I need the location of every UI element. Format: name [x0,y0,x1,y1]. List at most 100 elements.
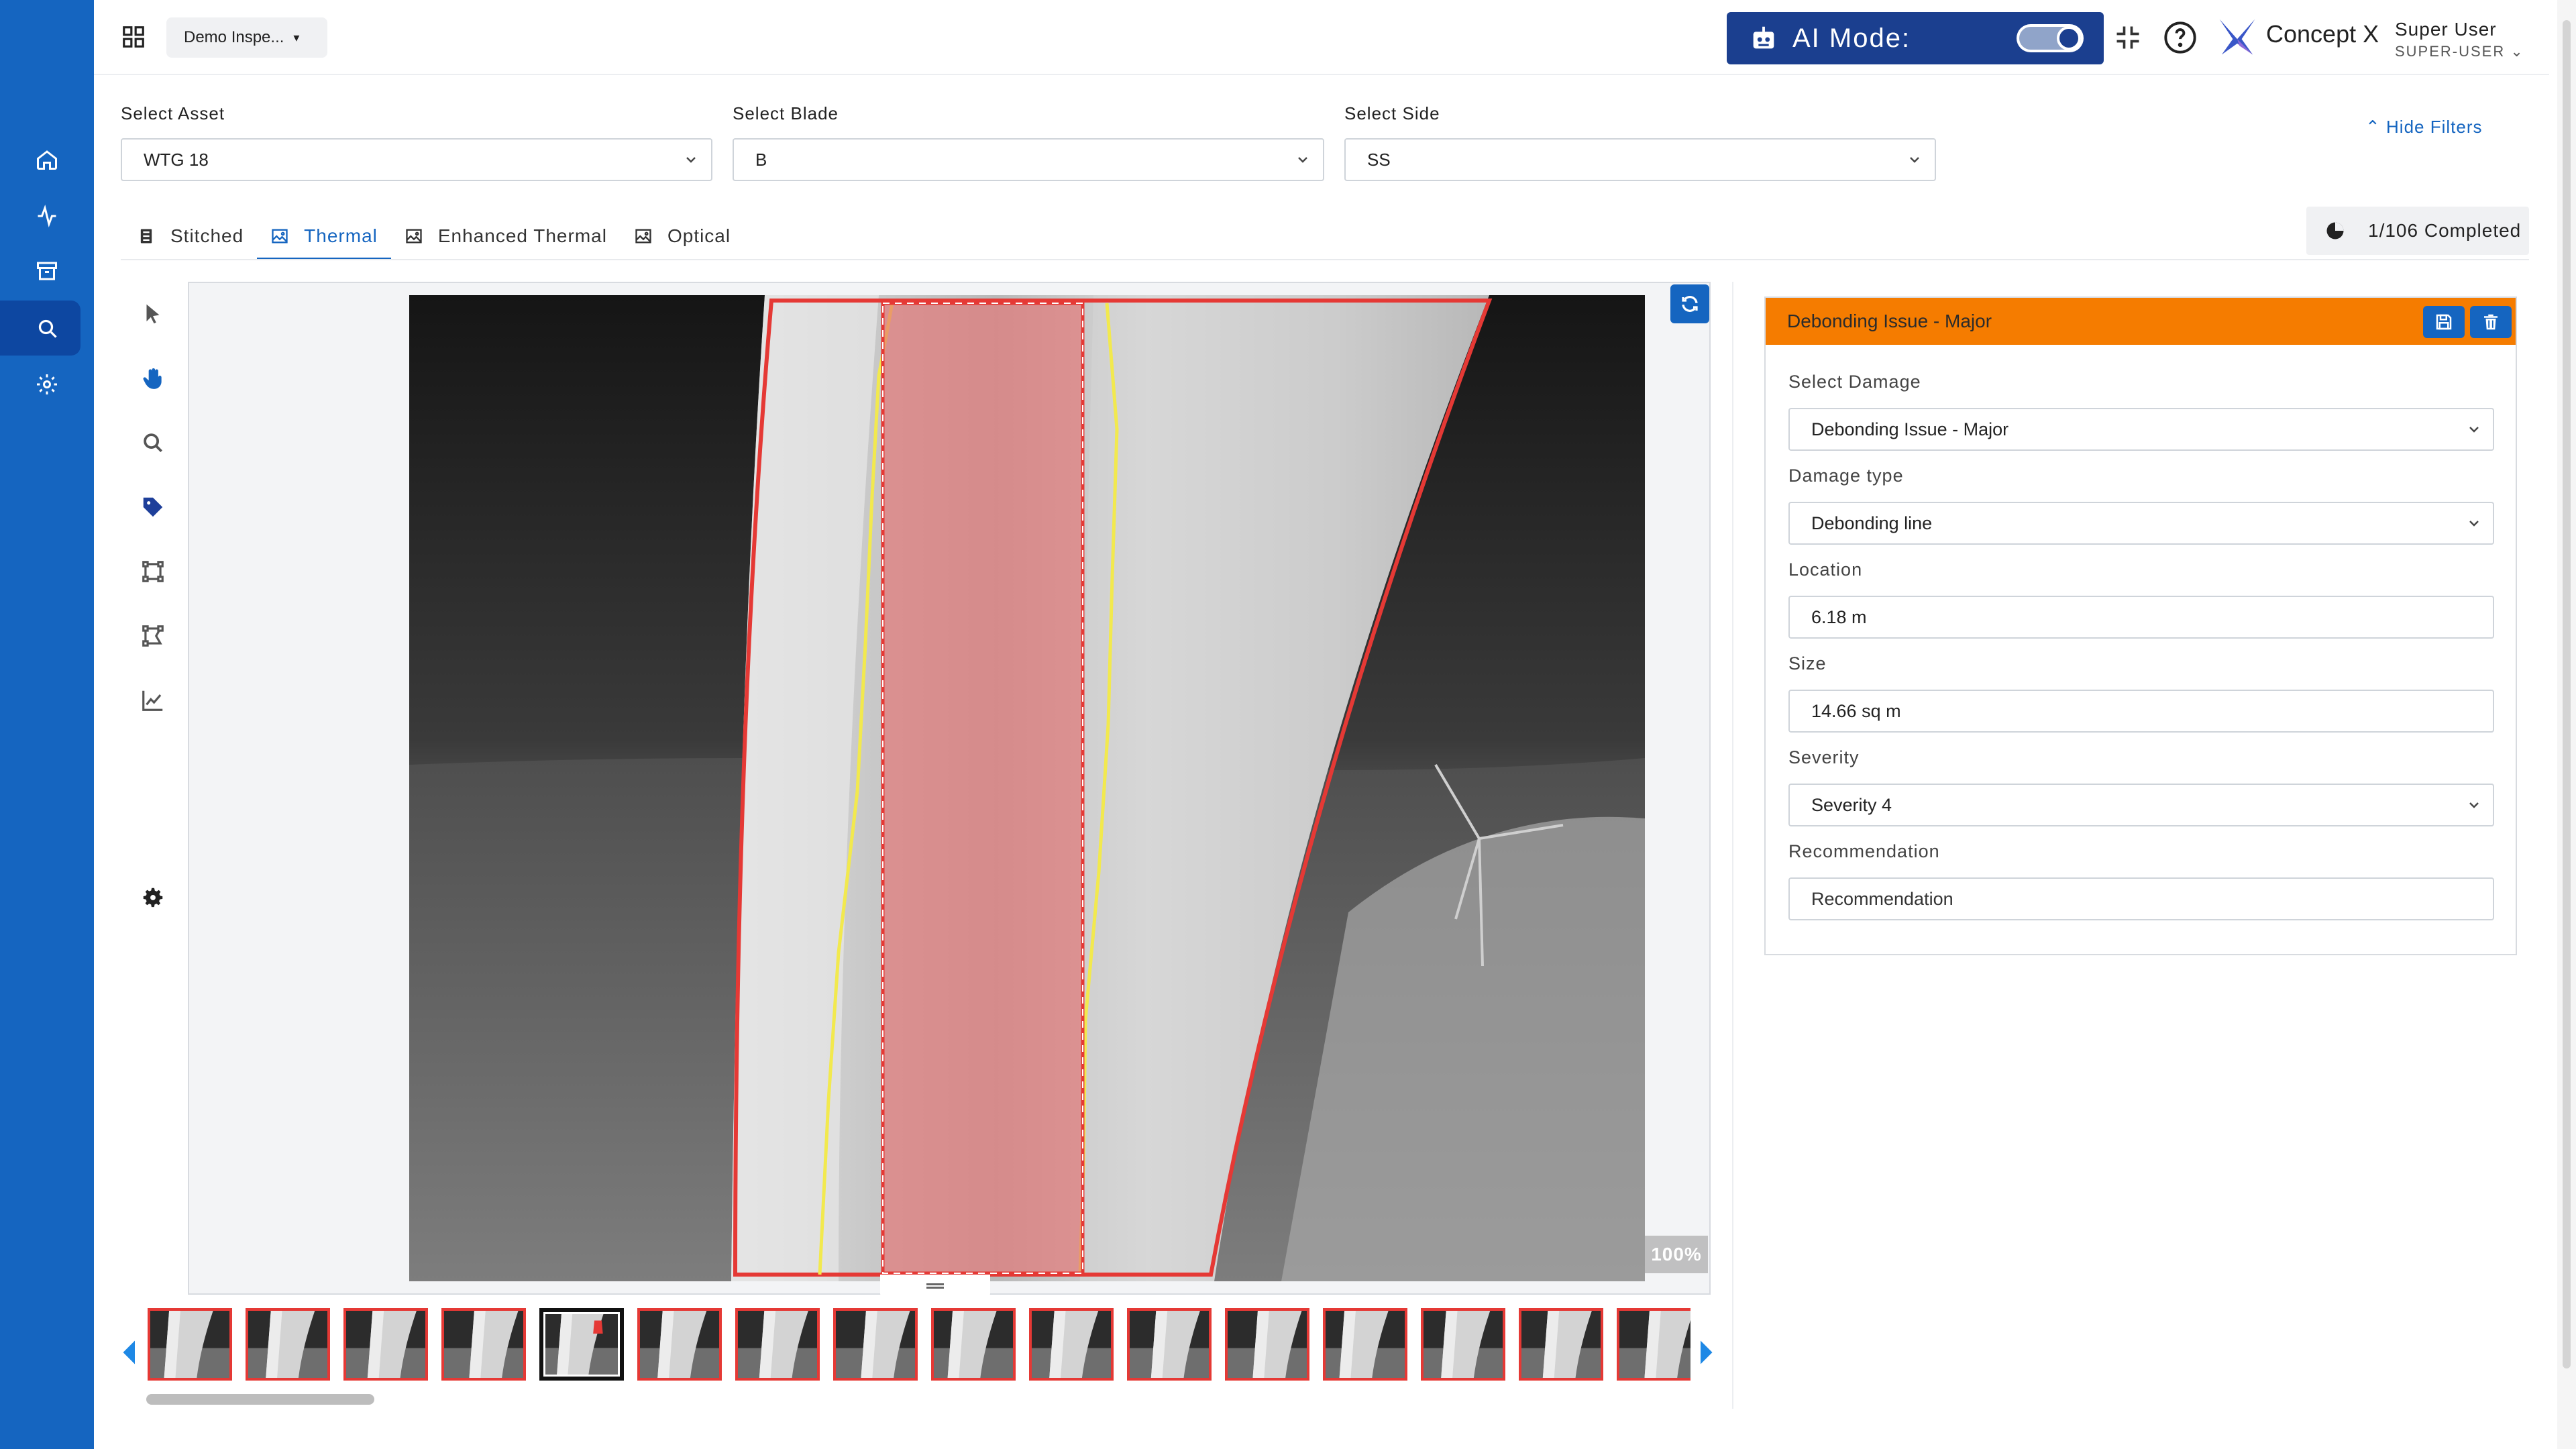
page-scrollbar[interactable] [2557,0,2576,1449]
compress-icon[interactable] [2113,23,2143,52]
brand-name: Concept X [2266,20,2379,48]
damage-label: Select Damage [1788,372,1921,392]
size-field[interactable]: 14.66 sq m [1788,690,2494,733]
location-field[interactable]: 6.18 m [1788,596,2494,639]
line-chart-icon [142,690,163,711]
search-icon [144,433,163,453]
thermal-image[interactable] [409,295,1645,1281]
resize-handle[interactable] [880,1275,990,1297]
home-icon[interactable] [31,144,63,176]
side-label: Select Side [1344,103,1440,123]
severity-label: Severity [1788,747,1860,767]
blade-select[interactable]: B [733,138,1324,181]
delete-button[interactable] [2470,306,2512,338]
asset-select[interactable]: WTG 18 [121,138,712,181]
inspection-dropdown[interactable]: Demo Inspe... ▾ [166,17,327,58]
zoom-level: 100% [1645,1236,1708,1273]
filmstrip-scrollbar[interactable] [146,1394,374,1405]
chevron-down-icon [1298,157,1307,163]
asset-select-value: WTG 18 [144,149,209,170]
damage-type-label: Damage type [1788,466,1904,486]
bounding-box-icon [142,561,164,582]
filmstrip-prev-button[interactable] [118,1339,138,1366]
filmstrip-thumb[interactable] [833,1308,918,1381]
filmstrip-thumb[interactable] [931,1308,1016,1381]
tab-stitched[interactable]: Stitched [123,212,257,260]
severity-select[interactable]: Severity 4 [1788,784,2494,826]
viewer-settings-tool[interactable] [138,883,168,912]
location-label: Location [1788,559,1863,580]
debonding-region-fill[interactable] [883,303,1083,1273]
trash-icon [2484,314,2498,330]
filmstrip-thumb[interactable] [1421,1308,1505,1381]
image-icon [406,229,422,244]
chevron-down-icon [2469,802,2479,808]
tab-label: Thermal [304,225,378,246]
side-select[interactable]: SS [1344,138,1936,181]
chevron-down-icon [686,157,696,163]
activity-icon[interactable] [31,200,63,232]
filmstrip-thumb[interactable] [1617,1308,1690,1381]
blade-label: Select Blade [733,103,839,123]
image-type-tabs: Stitched Thermal Enhanced Thermal Optica… [123,212,744,260]
tag-tool[interactable] [138,492,168,522]
thermal-blade-canvas[interactable] [409,295,1645,1281]
chevron-down-icon: ⌄ [2510,43,2524,60]
select-tool[interactable] [138,299,168,329]
asset-label: Select Asset [121,103,225,123]
archive-icon[interactable] [31,255,63,287]
filmstrip-thumb[interactable] [637,1308,722,1381]
user-role[interactable]: SUPER-USER ⌄ [2395,43,2524,60]
apps-grid-icon[interactable] [121,24,146,50]
damage-type-select[interactable]: Debonding line [1788,502,2494,545]
polygon-tool[interactable] [138,621,168,651]
side-select-value: SS [1367,149,1391,170]
filmstrip-thumb-selected[interactable] [539,1308,624,1381]
zoom-tool[interactable] [138,428,168,458]
pan-tool[interactable] [138,364,168,393]
tab-label: Optical [667,225,731,246]
ai-mode-switch[interactable] [2017,24,2084,52]
filmstrip-thumb[interactable] [735,1308,820,1381]
filmstrip-thumb[interactable] [246,1308,330,1381]
panel-header: Debonding Issue - Major [1766,298,2516,345]
inspection-dropdown-label: Demo Inspe... [184,28,284,46]
concept-x-logo-icon [2219,19,2255,55]
filmstrip-thumb[interactable] [1323,1308,1407,1381]
robot-icon [1753,26,1774,49]
search-nav-icon[interactable] [31,312,63,344]
filmstrip-thumb[interactable] [1029,1308,1114,1381]
ai-mode-label: AI Mode: [1792,23,1911,53]
refresh-button[interactable] [1670,284,1709,323]
tab-enhanced-thermal[interactable]: Enhanced Thermal [391,212,621,260]
tab-optical[interactable]: Optical [621,212,744,260]
tag-icon [143,497,163,517]
filmstrip-thumb[interactable] [148,1308,232,1381]
severity-value: Severity 4 [1811,794,1892,815]
filmstrip-thumb[interactable] [343,1308,428,1381]
tab-label: Stitched [170,225,244,246]
blade-select-value: B [755,149,767,170]
page-scrollbar-thumb[interactable] [2563,20,2571,1368]
rectangle-tool[interactable] [138,557,168,586]
recommendation-input[interactable] [1811,888,2493,910]
recommendation-field[interactable] [1788,877,2494,920]
tabs-divider [121,259,2529,260]
filmstrip-next-button[interactable] [1697,1339,1717,1366]
panel-divider [1732,282,1733,1409]
hide-filters-link[interactable]: ⌃ Hide Filters [2365,117,2483,138]
drag-lines-icon [926,1282,944,1290]
filmstrip-thumb[interactable] [1519,1308,1603,1381]
user-name[interactable]: Super User [2395,19,2497,40]
pie-progress-icon [2326,222,2344,239]
tab-thermal[interactable]: Thermal [257,212,391,260]
chevron-down-icon [1910,157,1919,163]
chart-tool[interactable] [138,686,168,715]
damage-select[interactable]: Debonding Issue - Major [1788,408,2494,451]
help-icon[interactable] [2163,20,2198,55]
filmstrip-thumb[interactable] [1225,1308,1309,1381]
filmstrip-thumb[interactable] [441,1308,526,1381]
settings-nav-icon[interactable] [31,368,63,400]
filmstrip-thumb[interactable] [1127,1308,1212,1381]
save-button[interactable] [2423,306,2465,338]
